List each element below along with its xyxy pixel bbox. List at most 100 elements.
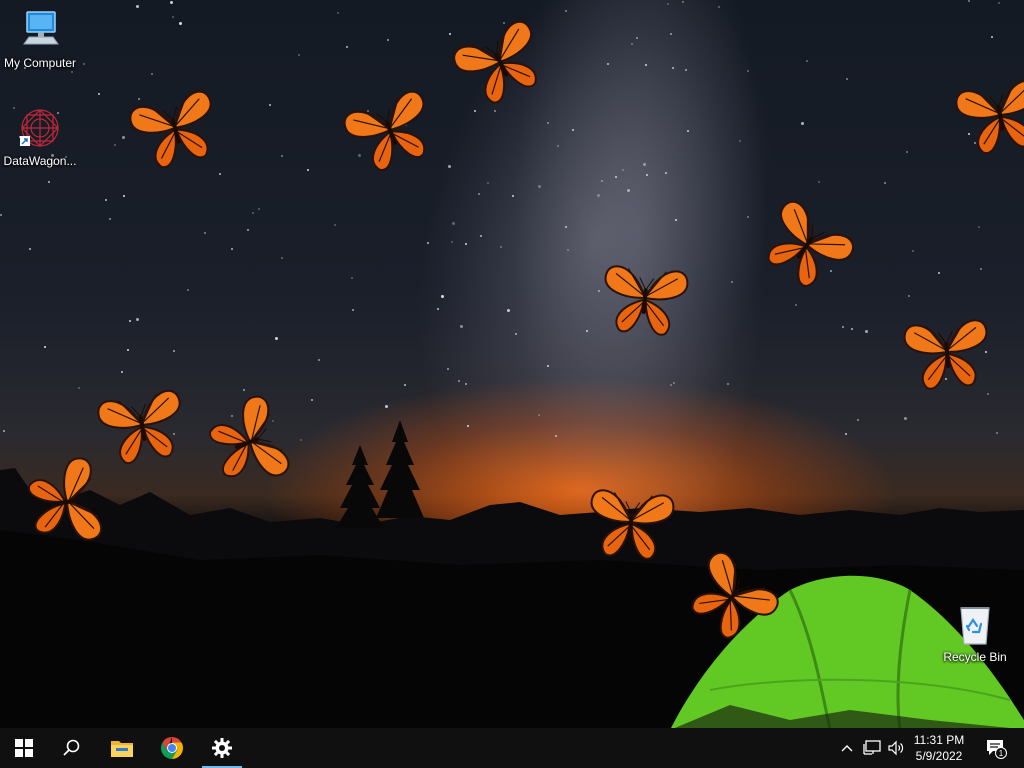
star bbox=[906, 151, 908, 153]
star bbox=[565, 10, 567, 12]
star bbox=[427, 242, 429, 244]
star bbox=[252, 212, 254, 214]
star bbox=[991, 36, 993, 38]
notification-count: 1 bbox=[999, 749, 1004, 758]
star bbox=[121, 371, 123, 373]
star bbox=[219, 173, 221, 175]
star bbox=[507, 309, 510, 312]
desktop-icon-datawagon[interactable]: DataWagon... bbox=[0, 106, 80, 168]
desktop-wallpaper bbox=[0, 0, 1024, 728]
star bbox=[538, 414, 540, 416]
star bbox=[795, 304, 797, 306]
star bbox=[938, 272, 940, 274]
desktop-icon-recycle-bin[interactable]: Recycle Bin bbox=[935, 602, 1015, 664]
computer-icon bbox=[18, 8, 62, 52]
desktop-icon-label: My Computer bbox=[3, 56, 77, 70]
star bbox=[127, 349, 129, 351]
desktop-icon-label: Recycle Bin bbox=[943, 650, 1007, 664]
star bbox=[912, 250, 914, 252]
star bbox=[547, 365, 549, 367]
star bbox=[122, 136, 125, 139]
search-button[interactable] bbox=[48, 728, 96, 768]
star bbox=[607, 63, 609, 65]
star bbox=[109, 218, 111, 220]
chrome-icon bbox=[161, 737, 183, 759]
volume-icon bbox=[888, 740, 904, 756]
star bbox=[337, 12, 339, 14]
star bbox=[465, 243, 467, 245]
star bbox=[114, 144, 116, 146]
star bbox=[0, 214, 2, 216]
star bbox=[173, 350, 175, 352]
tray-clock[interactable]: 11:31 PM 5/9/2022 bbox=[904, 728, 974, 768]
star bbox=[538, 185, 541, 188]
star bbox=[500, 246, 502, 248]
star bbox=[243, 389, 245, 391]
star bbox=[801, 122, 804, 125]
star bbox=[675, 219, 677, 221]
star bbox=[739, 140, 741, 142]
taskbar-chrome[interactable] bbox=[148, 728, 196, 768]
star bbox=[480, 235, 482, 237]
star bbox=[275, 337, 278, 340]
star bbox=[645, 64, 647, 66]
star bbox=[334, 224, 336, 226]
star bbox=[597, 194, 600, 197]
butterfly bbox=[597, 254, 694, 342]
star bbox=[565, 226, 567, 228]
tray-network[interactable] bbox=[860, 728, 884, 768]
star bbox=[351, 277, 353, 279]
star bbox=[980, 268, 982, 270]
star bbox=[687, 130, 689, 132]
star bbox=[151, 73, 153, 75]
desktop-icon-my-computer[interactable]: My Computer bbox=[0, 8, 80, 70]
star bbox=[747, 216, 749, 218]
star bbox=[586, 330, 588, 332]
desktop-icon-label: DataWagon... bbox=[3, 154, 77, 168]
star bbox=[987, 393, 989, 395]
taskbar: 11:31 PM 5/9/2022 1 bbox=[0, 728, 1024, 768]
notification-icon: 1 bbox=[987, 740, 1007, 759]
butterfly bbox=[20, 451, 114, 554]
star bbox=[136, 318, 139, 321]
star bbox=[846, 78, 848, 80]
butterfly bbox=[949, 68, 1024, 162]
star bbox=[247, 229, 249, 231]
start-button[interactable] bbox=[0, 728, 48, 768]
star bbox=[665, 172, 667, 174]
star bbox=[515, 333, 517, 335]
star bbox=[460, 325, 463, 328]
star bbox=[311, 399, 313, 401]
taskbar-file-explorer[interactable] bbox=[98, 728, 146, 768]
star bbox=[615, 176, 617, 178]
star bbox=[685, 69, 687, 71]
star bbox=[83, 63, 85, 65]
star bbox=[441, 295, 444, 298]
butterfly bbox=[583, 478, 680, 566]
star bbox=[204, 232, 206, 234]
star bbox=[29, 248, 31, 250]
datawagon-icon bbox=[18, 106, 62, 150]
settings-icon bbox=[212, 738, 232, 758]
star bbox=[487, 182, 489, 184]
star bbox=[44, 346, 46, 348]
star bbox=[129, 320, 131, 322]
star bbox=[978, 226, 980, 228]
taskbar-settings[interactable] bbox=[198, 728, 246, 768]
star bbox=[908, 295, 910, 297]
star bbox=[851, 328, 853, 330]
star bbox=[258, 208, 260, 210]
star bbox=[465, 383, 467, 385]
star bbox=[631, 43, 633, 45]
star bbox=[437, 308, 439, 310]
star bbox=[404, 384, 406, 386]
star bbox=[727, 383, 729, 385]
star bbox=[601, 180, 603, 182]
action-center-button[interactable]: 1 bbox=[976, 728, 1016, 768]
star bbox=[572, 129, 574, 131]
star bbox=[269, 104, 271, 106]
network-icon bbox=[863, 740, 881, 755]
tray-overflow-button[interactable] bbox=[836, 728, 858, 768]
star bbox=[307, 169, 309, 171]
star bbox=[806, 60, 808, 62]
